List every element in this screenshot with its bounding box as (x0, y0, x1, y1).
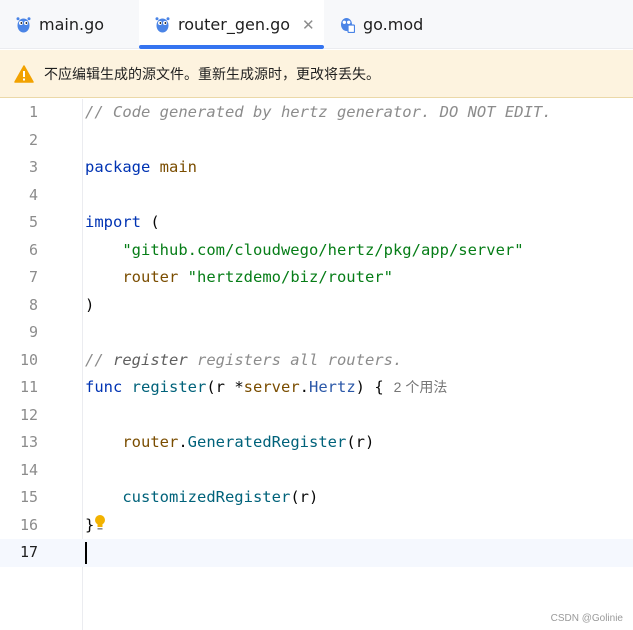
paren: ) (85, 295, 95, 314)
line-number: 14 (19, 460, 38, 479)
code-line: 12 (0, 402, 633, 430)
gopher-icon (16, 17, 31, 33)
package-name: main (159, 158, 197, 176)
code-line: 4 (0, 182, 633, 210)
import-alias: router (122, 268, 179, 286)
line-number: 10 (19, 350, 38, 369)
function-call: customizedRegister (122, 488, 291, 506)
gopher-icon (155, 17, 170, 33)
params: ) { (355, 378, 384, 396)
line-number: 7 (28, 268, 38, 286)
args: (r) (290, 488, 319, 506)
package-ref: router (122, 433, 179, 451)
warning-icon (14, 64, 34, 83)
code-line: 1 // Code generated by hertz generator. … (0, 99, 633, 127)
dot: . (178, 433, 188, 451)
line-number: 8 (28, 295, 38, 314)
keyword: func (85, 378, 123, 396)
code-line: 13 router.GeneratedRegister(r) (0, 429, 633, 457)
text-caret (85, 541, 87, 564)
args: (r) (346, 433, 375, 451)
line-number: 9 (28, 323, 38, 341)
tab-go-mod[interactable]: go.mod (340, 0, 423, 49)
line-number: 5 (28, 213, 38, 231)
tab-label: go.mod (363, 15, 424, 34)
watermark: CSDN @Golinie (550, 613, 623, 624)
line-number: 3 (28, 158, 38, 176)
comment: // (85, 350, 113, 369)
line-number: 15 (19, 488, 38, 506)
usages-hint[interactable]: 2 个用法 (394, 379, 448, 395)
line-number: 4 (28, 185, 38, 204)
dot: . (299, 378, 309, 396)
active-tab-indicator (139, 45, 324, 49)
code-line: 8 ) (0, 292, 633, 320)
brace: } (85, 515, 95, 534)
tab-main-go[interactable]: main.go (16, 0, 104, 49)
line-number: 12 (19, 405, 38, 424)
code-line: 6 "github.com/cloudwego/hertz/pkg/app/se… (0, 237, 633, 265)
function-call: GeneratedRegister (187, 433, 347, 451)
package-ref: server (243, 378, 300, 396)
keyword: package (85, 158, 151, 176)
code-line: 14 (0, 457, 633, 485)
generated-file-warning-banner: 不应编辑生成的源文件。重新生成源时，更改将丢失。 (0, 50, 633, 98)
line-number: 16 (19, 515, 38, 534)
keyword: import (85, 213, 141, 231)
line-number: 6 (28, 240, 38, 259)
comment-ref: register (113, 350, 188, 369)
line-number: 1 (28, 103, 38, 121)
code-line: 2 (0, 127, 633, 155)
tab-label: main.go (39, 15, 105, 34)
line-number: 13 (19, 433, 38, 451)
tab-label: router_gen.go (178, 15, 291, 34)
line-number: 11 (19, 378, 38, 396)
close-icon[interactable]: ✕ (302, 16, 315, 34)
code-line-current: 17 (0, 539, 633, 567)
banner-text: 不应编辑生成的源文件。重新生成源时，更改将丢失。 (44, 66, 380, 83)
comment: registers all routers. (187, 350, 403, 369)
code-line: 15 customizedRegister(r) (0, 484, 633, 512)
go-mod-icon (341, 18, 355, 33)
type-name: Hertz (309, 378, 356, 396)
code-line: 5 import ( (0, 209, 633, 237)
code-line: 3 package main (0, 154, 633, 182)
code-line: 9 (0, 319, 633, 347)
function-name: register (131, 378, 207, 396)
lightbulb-icon[interactable] (94, 514, 106, 532)
paren: ( (141, 213, 160, 231)
params: (r * (206, 378, 244, 396)
import-path: "github.com/cloudwego/hertz/pkg/app/serv… (122, 240, 524, 259)
line-number: 2 (28, 130, 38, 149)
code-line: 10 // register registers all routers. (0, 347, 633, 375)
line-number: 17 (19, 543, 38, 561)
code-line: 11 func register(r *server.Hertz) { 2 个用法 (0, 374, 633, 402)
comment: // Code generated by hertz generator. DO… (85, 103, 552, 121)
code-editor[interactable]: 1 // Code generated by hertz generator. … (0, 99, 633, 630)
editor-tab-bar: main.go router_gen.go ✕ go.mod (0, 0, 633, 49)
code-line: 7 router "hertzdemo/biz/router" (0, 264, 633, 292)
import-path: "hertzdemo/biz/router" (187, 268, 393, 286)
tab-router-gen-go[interactable]: router_gen.go ✕ (139, 0, 324, 49)
code-line: 16 } (0, 512, 633, 540)
